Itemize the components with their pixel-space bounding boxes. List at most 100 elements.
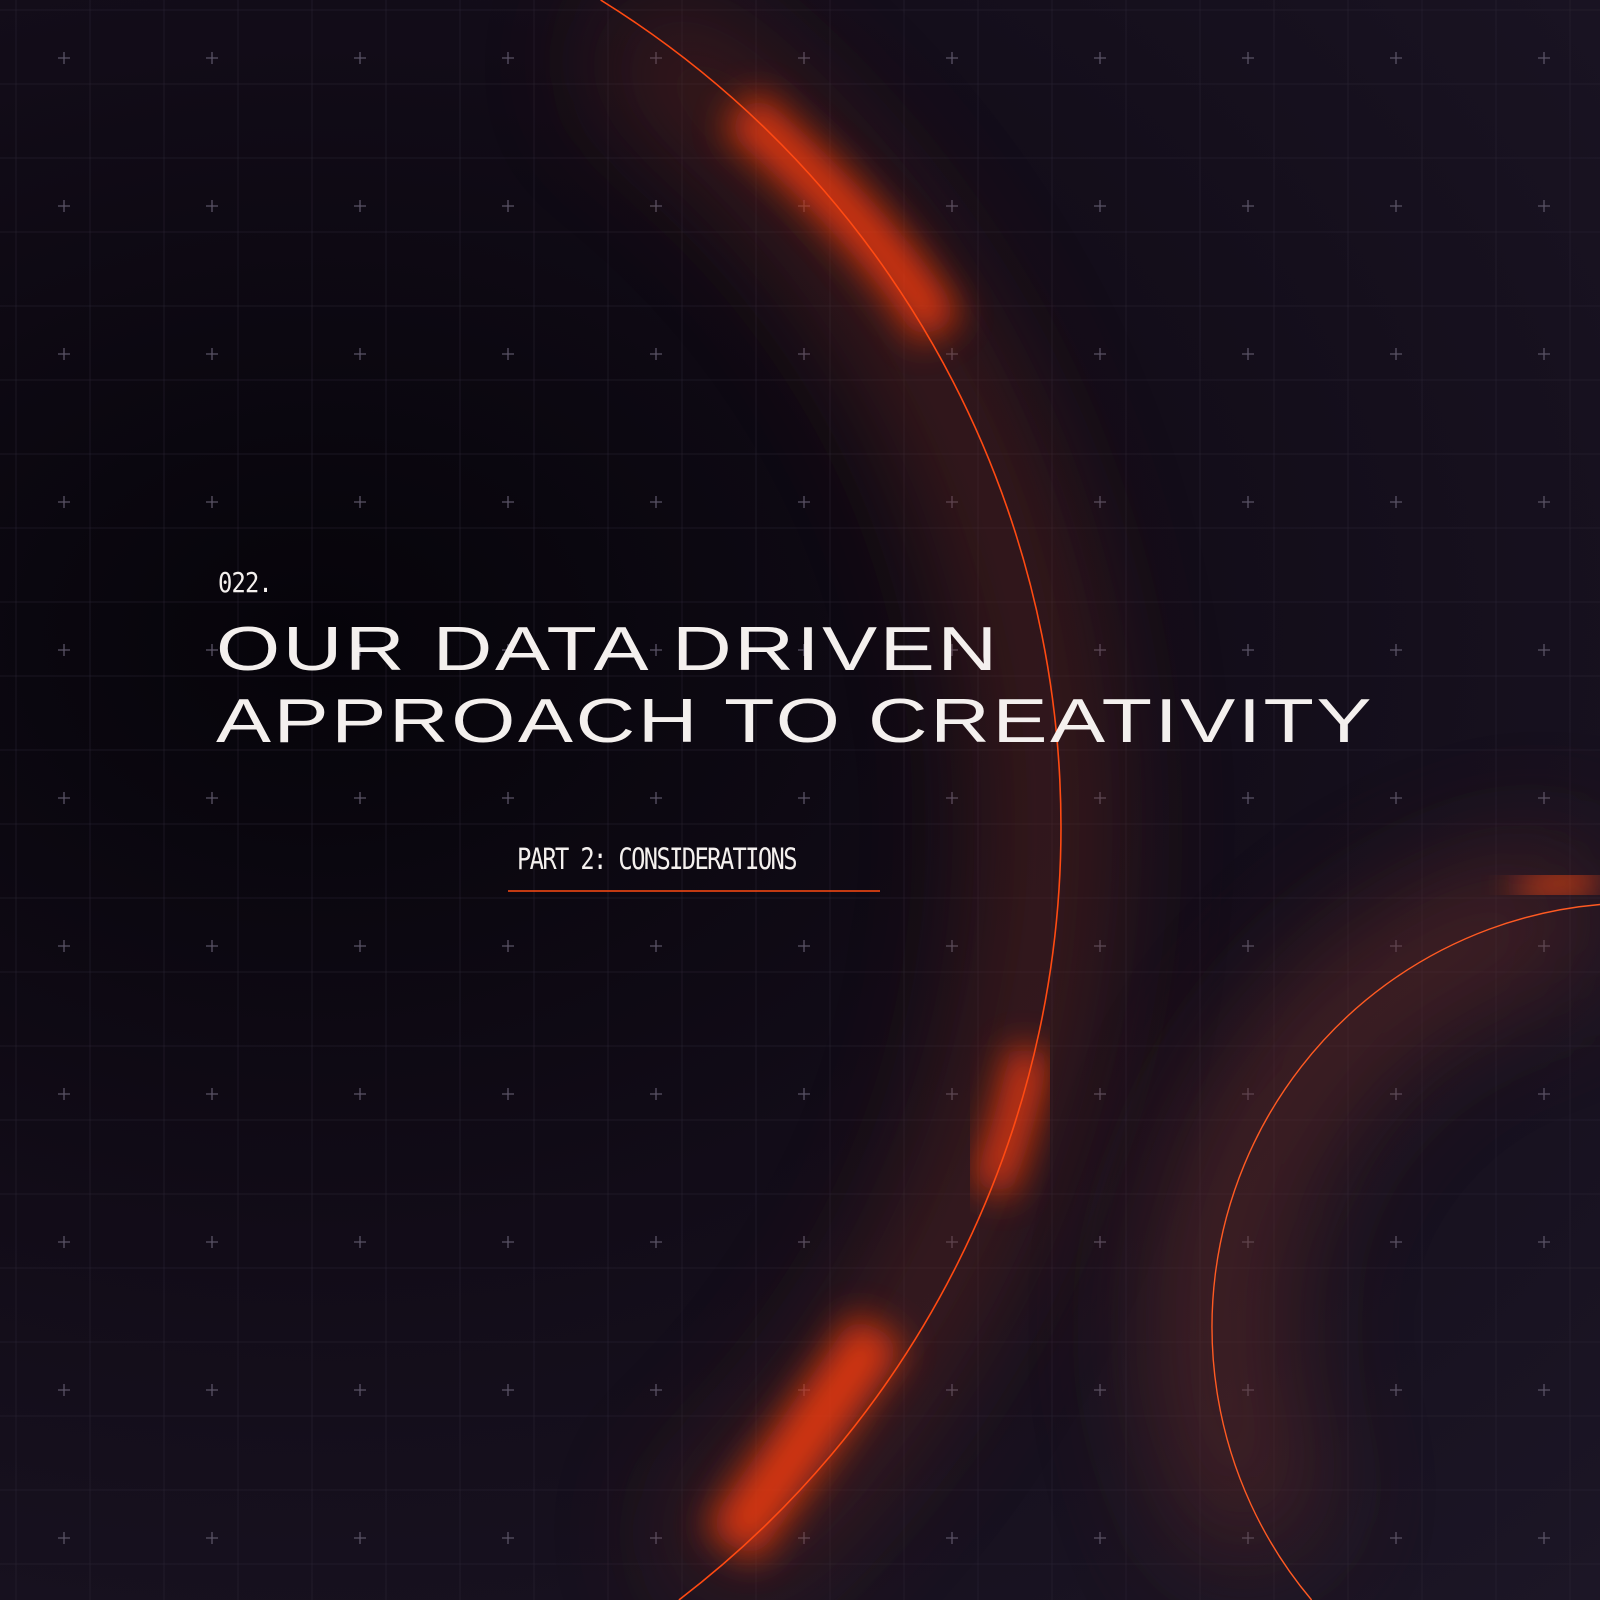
grid-plus-marker	[946, 1532, 958, 1544]
small-ring-halo	[1156, 849, 1597, 1571]
grid-plus-marker	[1538, 496, 1550, 508]
grid-plus-marker	[1390, 644, 1402, 656]
background-graphics	[0, 0, 1600, 1600]
grid-plus-marker	[650, 1532, 662, 1544]
slide-subtitle: PART 2: CONSIDERATIONS	[517, 842, 798, 876]
grid-plus-marker	[206, 940, 218, 952]
grid-plus-marker	[946, 52, 958, 64]
title-line-2: APPROACH TO CREATIVITY	[216, 687, 1375, 756]
grid-plus-marker	[1094, 52, 1106, 64]
grid-plus-marker	[58, 792, 70, 804]
grid-plus-marker	[354, 348, 366, 360]
grid-plus-marker	[206, 1532, 218, 1544]
grid-plus-marker	[58, 348, 70, 360]
grid-plus-marker	[650, 496, 662, 508]
grid-plus-marker	[1390, 348, 1402, 360]
grid-plus-marker	[58, 496, 70, 508]
grid-plus-marker	[1094, 1532, 1106, 1544]
grid-plus-marker	[354, 496, 366, 508]
grid-plus-marker	[1538, 200, 1550, 212]
grid-plus-marker	[58, 940, 70, 952]
grid-plus-marker	[58, 1384, 70, 1396]
slide-title: OUR DATA DRIVEN APPROACH TO CREATIVITY	[216, 614, 1374, 758]
grid-plus-marker	[798, 348, 810, 360]
grid-plus-marker	[502, 200, 514, 212]
grid-plus-marker	[1242, 940, 1254, 952]
grid-plus-marker	[1094, 200, 1106, 212]
grid-plus-marker	[650, 200, 662, 212]
grid-plus-marker	[650, 1384, 662, 1396]
grid-plus-marker	[206, 348, 218, 360]
grid-plus-marker	[1094, 348, 1106, 360]
grid-plus-marker	[206, 1236, 218, 1248]
grid-plus-marker	[1538, 644, 1550, 656]
grid-plus-marker	[1538, 1384, 1550, 1396]
grid-plus-marker	[798, 792, 810, 804]
grid-plus-marker	[354, 52, 366, 64]
grid-plus-marker	[650, 940, 662, 952]
grid-plus-marker	[1390, 1384, 1402, 1396]
grid-plus-marker	[798, 1236, 810, 1248]
grid-plus-marker	[502, 1384, 514, 1396]
grid-plus-marker	[1538, 52, 1550, 64]
grid-plus-marker	[58, 52, 70, 64]
grid-plus-marker	[1538, 1236, 1550, 1248]
title-line-1: OUR DATA DRIVEN	[216, 615, 1000, 684]
grid-plus-marker	[1538, 792, 1550, 804]
grid-plus-marker	[354, 200, 366, 212]
grid-plus-marker	[502, 1236, 514, 1248]
grid-plus-marker	[206, 496, 218, 508]
grid-plus-marker	[206, 200, 218, 212]
grid-plus-marker	[354, 792, 366, 804]
slide-number: 022.	[218, 566, 273, 599]
grid-plus-marker	[502, 1532, 514, 1544]
grid-plus-marker	[650, 1088, 662, 1100]
glow-right	[1516, 860, 1599, 910]
grid-plus-marker	[1242, 792, 1254, 804]
grid-plus-marker	[1094, 1088, 1106, 1100]
grid-plus-marker	[354, 1532, 366, 1544]
grid-plus-marker	[1094, 1236, 1106, 1248]
grid-plus-marker	[1538, 1088, 1550, 1100]
grid-plus-marker	[1390, 1236, 1402, 1248]
grid-plus-marker	[1094, 496, 1106, 508]
grid-plus-marker	[1390, 792, 1402, 804]
grid-plus-marker	[502, 792, 514, 804]
grid-plus-marker	[1094, 1384, 1106, 1396]
grid-plus-marker	[1390, 496, 1402, 508]
grid-plus-marker	[354, 1088, 366, 1100]
grid-plus-marker	[1242, 52, 1254, 64]
grid-plus-marker	[1538, 348, 1550, 360]
grid-plus-marker	[502, 348, 514, 360]
grid-plus-marker	[1390, 1088, 1402, 1100]
grid-plus-marker	[946, 1384, 958, 1396]
grid-plus-marker	[946, 792, 958, 804]
slide: 022. OUR DATA DRIVEN APPROACH TO CREATIV…	[0, 0, 1600, 1600]
grid-plus-marker	[1538, 1532, 1550, 1544]
grid-plus-marker	[1242, 348, 1254, 360]
grid-plus-marker	[58, 1088, 70, 1100]
grid-plus-marker	[58, 1236, 70, 1248]
grid-plus-marker	[650, 792, 662, 804]
grid-plus-marker	[650, 1236, 662, 1248]
grid-plus-marker	[206, 792, 218, 804]
grid-plus-marker	[798, 940, 810, 952]
grid-plus-marker	[1242, 496, 1254, 508]
grid-plus-marker	[502, 1088, 514, 1100]
grid-plus-marker	[354, 1236, 366, 1248]
grid-plus-marker	[798, 52, 810, 64]
grid-plus-marker	[1390, 52, 1402, 64]
grid-plus-marker	[502, 496, 514, 508]
grid-plus-marker	[1242, 200, 1254, 212]
grid-plus-marker	[354, 940, 366, 952]
grid-plus-marker	[798, 496, 810, 508]
grid-plus-marker	[502, 52, 514, 64]
grid-plus-marker	[354, 1384, 366, 1396]
grid-plus-marker	[502, 940, 514, 952]
grid-plus-marker	[206, 1088, 218, 1100]
grid-plus-marker	[946, 200, 958, 212]
grid-plus-marker	[1390, 1532, 1402, 1544]
grid-plus-marker	[206, 1384, 218, 1396]
large-ring-halo	[592, 0, 1103, 1600]
grid-plus-marker	[58, 200, 70, 212]
